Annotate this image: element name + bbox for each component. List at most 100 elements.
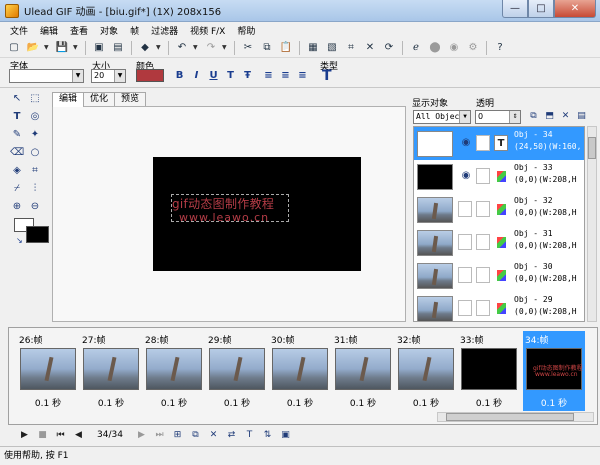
object-row[interactable]: ◉ T Obj - 34 (24,50)(W:160,: [414, 127, 584, 160]
spinner-icon[interactable]: ⇕: [509, 111, 520, 123]
zoom-in-icon[interactable]: ⊕: [10, 200, 24, 214]
lock-toggle[interactable]: [476, 168, 490, 184]
add-frame-icon[interactable]: ⊞: [171, 429, 184, 442]
transform-icon[interactable]: ⫶: [28, 182, 42, 196]
visibility-eye-icon[interactable]: ◉: [458, 168, 474, 184]
tab-optimize[interactable]: 优化: [83, 92, 116, 106]
tween-icon[interactable]: ⇄: [225, 429, 238, 442]
maximize-button[interactable]: □: [528, 0, 554, 18]
frame-panel-scrollbar[interactable]: [437, 412, 594, 422]
frame-delay[interactable]: 0.1 秒: [458, 396, 520, 409]
fill-icon[interactable]: ◈: [10, 164, 24, 178]
chevron-down-icon[interactable]: ▼: [222, 44, 229, 51]
resize-icon[interactable]: ✕: [362, 40, 378, 56]
frame-delay[interactable]: 0.1 秒: [269, 396, 331, 409]
size-select[interactable]: 20 ▼: [91, 69, 126, 83]
previous-frame-icon[interactable]: ◀: [72, 429, 85, 442]
next-frame-icon[interactable]: ▶: [135, 429, 148, 442]
visibility-toggle[interactable]: [458, 300, 472, 316]
menu-help[interactable]: 帮助: [231, 24, 261, 37]
help-icon[interactable]: ?: [492, 40, 508, 56]
magic-wand-icon[interactable]: ✦: [28, 128, 42, 142]
merge-object-icon[interactable]: ⬒: [543, 110, 556, 123]
paste-icon[interactable]: 📋: [278, 40, 294, 56]
delete-object-icon[interactable]: ✕: [559, 110, 572, 123]
stop-icon[interactable]: ■: [36, 429, 49, 442]
ellipse-icon[interactable]: ○: [28, 146, 42, 160]
frame-delay[interactable]: 0.1 秒: [143, 396, 205, 409]
reverse-frames-icon[interactable]: ⇅: [261, 429, 274, 442]
crop-tool-icon[interactable]: ⌗: [28, 164, 42, 178]
chevron-down-icon[interactable]: ▼: [44, 44, 51, 51]
marquee-icon[interactable]: ⬚: [28, 92, 42, 106]
pointer-icon[interactable]: ↖: [10, 92, 24, 106]
foreground-color-swatch[interactable]: [26, 226, 49, 243]
menu-filter[interactable]: 过滤器: [145, 24, 184, 37]
play-icon[interactable]: ▶: [18, 429, 31, 442]
brush-icon[interactable]: ✎: [10, 128, 24, 142]
menu-edit[interactable]: 编辑: [34, 24, 64, 37]
align-center-icon[interactable]: ≡: [279, 69, 292, 82]
lock-toggle[interactable]: [476, 135, 490, 151]
new-file-icon[interactable]: ▢: [6, 40, 22, 56]
align-right-icon[interactable]: ≡: [296, 69, 309, 82]
frame-delay[interactable]: 0.1 秒: [332, 396, 394, 409]
text-style-icon[interactable]: T: [224, 69, 237, 82]
object-filter-select[interactable]: All Object: ▼: [413, 110, 471, 124]
tab-preview[interactable]: 预览: [114, 92, 147, 106]
frame-item[interactable]: 30:帧 0.1 秒: [269, 331, 331, 411]
lock-toggle[interactable]: [476, 267, 490, 283]
bold-icon[interactable]: B: [173, 69, 186, 82]
frame-item[interactable]: 31:帧 0.1 秒: [332, 331, 394, 411]
frame-item[interactable]: 27:帧 0.1 秒: [80, 331, 142, 411]
crop-icon[interactable]: ⌗: [343, 40, 359, 56]
text-effect-icon[interactable]: Ŧ: [241, 69, 254, 82]
save-icon[interactable]: 💾: [54, 40, 70, 56]
menu-video-fx[interactable]: 视频 F/X: [184, 24, 231, 37]
lasso-icon[interactable]: ◎: [28, 110, 42, 124]
canvas-area[interactable]: gif动态图制作教程 www.leawo.cn: [52, 106, 406, 322]
undo-icon[interactable]: ↶: [174, 40, 190, 56]
frame-item[interactable]: 29:帧 0.1 秒: [206, 331, 268, 411]
copy-icon[interactable]: ⧉: [259, 40, 275, 56]
last-frame-icon[interactable]: ⏭: [153, 429, 166, 442]
chevron-down-icon[interactable]: ▼: [73, 44, 80, 51]
duplicate-object-icon[interactable]: ⧉: [527, 110, 540, 123]
tab-edit[interactable]: 编辑: [52, 92, 85, 107]
opacity-input[interactable]: 0 ⇕: [475, 110, 521, 124]
delete-frame-icon[interactable]: ✕: [207, 429, 220, 442]
frame-properties-icon[interactable]: ▣: [279, 429, 292, 442]
image-canvas[interactable]: gif动态图制作教程 www.leawo.cn: [153, 157, 361, 271]
open-folder-icon[interactable]: 📂: [25, 40, 41, 56]
minimize-button[interactable]: —: [502, 0, 528, 18]
text-type-icon[interactable]: T: [322, 68, 336, 84]
frame-item[interactable]: 32:帧 0.1 秒: [395, 331, 457, 411]
rotate-icon[interactable]: ⟳: [381, 40, 397, 56]
first-frame-icon[interactable]: ⏮: [54, 429, 67, 442]
scrollbar-thumb[interactable]: [446, 413, 574, 421]
frame-item[interactable]: 26:帧 0.1 秒: [17, 331, 79, 411]
menu-object[interactable]: 对象: [94, 24, 124, 37]
lock-toggle[interactable]: [476, 234, 490, 250]
object-row[interactable]: ◉ Obj - 33 (0,0)(W:208,H: [414, 160, 584, 193]
eyedropper-icon[interactable]: ⌿: [10, 182, 24, 196]
add-image-icon[interactable]: ▣: [91, 40, 107, 56]
duplicate-frame-icon[interactable]: ⧉: [189, 429, 202, 442]
visibility-toggle[interactable]: [458, 201, 472, 217]
browser-preview-icon[interactable]: ℯ: [408, 40, 424, 56]
underline-icon[interactable]: U: [207, 69, 220, 82]
chevron-down-icon[interactable]: ▼: [193, 44, 200, 51]
object-properties-icon[interactable]: ▤: [575, 110, 588, 123]
swap-colors-icon[interactable]: ↘: [16, 236, 23, 245]
scrollbar-thumb[interactable]: [588, 137, 596, 159]
frame-properties-icon[interactable]: ▦: [305, 40, 321, 56]
object-properties-icon[interactable]: ▧: [324, 40, 340, 56]
visibility-toggle[interactable]: [458, 234, 472, 250]
menu-view[interactable]: 查看: [64, 24, 94, 37]
menu-frame[interactable]: 帧: [124, 24, 145, 37]
redo-icon[interactable]: ↷: [203, 40, 219, 56]
align-left-icon[interactable]: ≡: [262, 69, 275, 82]
object-row[interactable]: Obj - 30 (0,0)(W:208,H: [414, 259, 584, 292]
color-swatch[interactable]: [136, 69, 164, 82]
menu-file[interactable]: 文件: [4, 24, 34, 37]
